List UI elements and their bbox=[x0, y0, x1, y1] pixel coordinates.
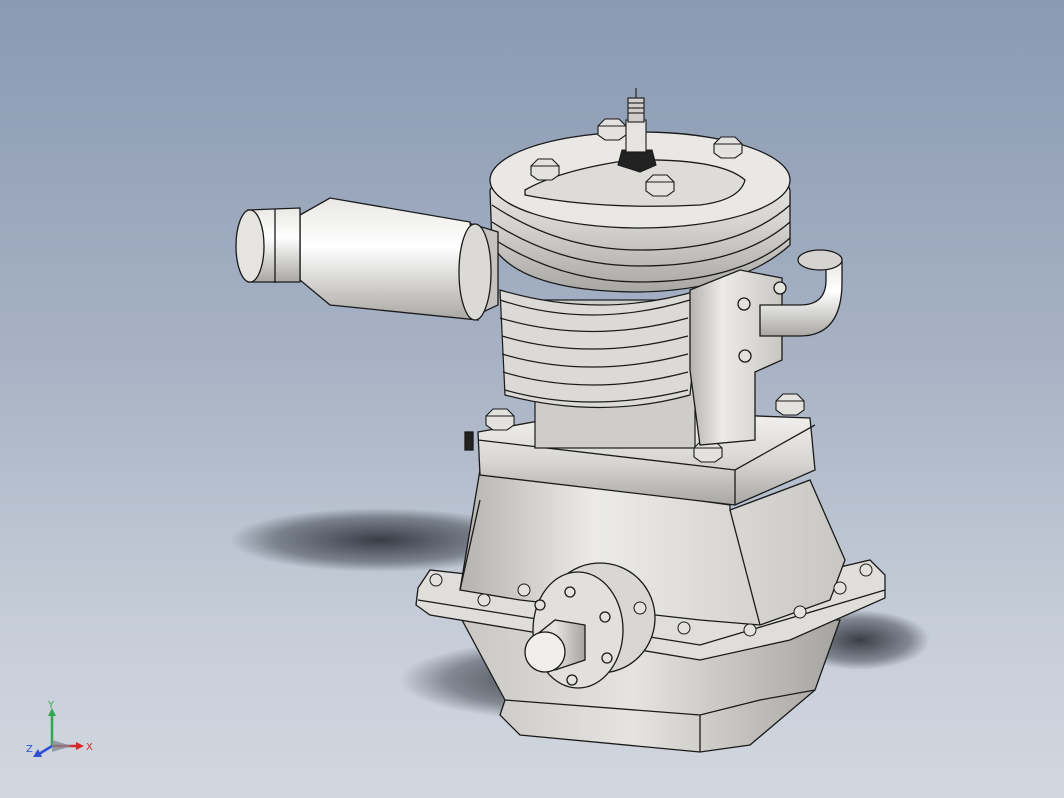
triad-origin bbox=[52, 740, 72, 752]
z-axis-label: Z bbox=[26, 744, 33, 755]
head-bolt bbox=[530, 158, 560, 181]
head-bolt bbox=[597, 118, 627, 141]
head-bolt bbox=[713, 136, 743, 159]
head-bolt bbox=[485, 408, 515, 431]
head-bolt bbox=[775, 393, 805, 416]
engine-model[interactable] bbox=[0, 0, 1064, 798]
x-axis-label: X bbox=[86, 742, 93, 753]
z-axis-line bbox=[38, 744, 53, 756]
head-bolt bbox=[645, 174, 675, 197]
graphics-viewport[interactable]: X Y Z bbox=[0, 0, 1064, 798]
y-axis-label: Y bbox=[47, 700, 55, 711]
exhaust-muffler[interactable] bbox=[235, 197, 499, 321]
x-axis-arrow bbox=[76, 742, 84, 750]
axis-triad: X Y Z bbox=[26, 700, 93, 757]
